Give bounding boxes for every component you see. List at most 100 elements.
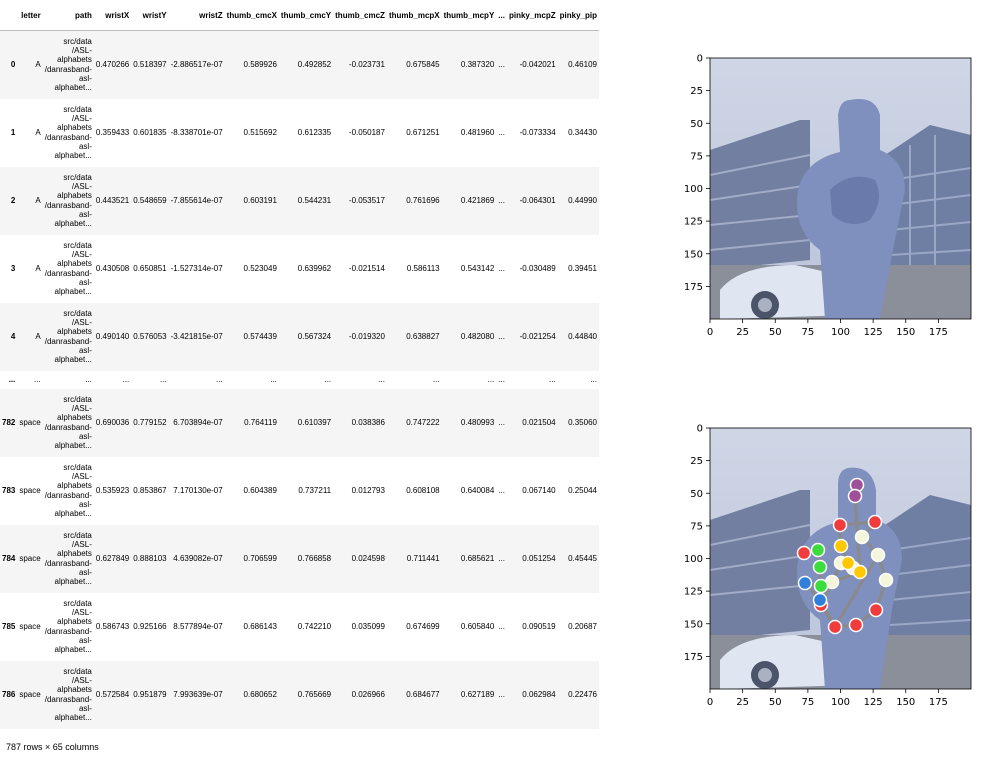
table-cell: 0.567324	[297, 332, 332, 341]
y-tick-label: 125	[684, 217, 703, 228]
table-cell: 0.603191	[243, 196, 277, 205]
y-tick-label: 50	[690, 489, 703, 500]
path-fragment: alphabets	[57, 481, 92, 491]
table-cell: 3	[10, 264, 16, 273]
table-cell: 0.742210	[297, 622, 332, 631]
path-cell: ...	[43, 371, 94, 389]
table-cell: A	[35, 128, 41, 137]
table-cell: 0.576053	[133, 332, 167, 341]
table-cell: ...	[498, 486, 505, 495]
table-cell: 0.387320	[460, 60, 495, 70]
table-cell: ...	[590, 375, 597, 384]
table-cell: A	[35, 332, 41, 341]
table-cell: 0.090519	[522, 622, 556, 631]
table-cell: 0.639962	[297, 264, 332, 273]
table-cell: 0.39451	[568, 264, 597, 273]
landmark-point	[833, 538, 849, 554]
table-cell: A	[35, 264, 41, 273]
table-cell: 0.359433	[95, 128, 130, 137]
column-header: wristX	[93, 0, 132, 31]
table-row: 4 Asrc/data/ASL-alphabets/danrasband-asl-…	[0, 302, 599, 371]
path-fragment: /danrasband-	[44, 132, 92, 142]
column-header: path	[42, 0, 94, 31]
table-cell: 0.22476	[568, 690, 597, 699]
landmark-point	[827, 619, 843, 635]
table-row: 784 space src/data/ASL-alphabets/danrasban…	[0, 524, 599, 593]
path-cell: src/data/ASL-alphabets/danrasband-asl-al…	[43, 167, 94, 235]
path-fragment: /ASL-	[71, 403, 92, 413]
table-row: 1 Asrc/data/ASL-alphabets/danrasband-asl-…	[0, 98, 599, 167]
table-cell: 0.671251	[406, 128, 440, 137]
path-cell: src/data/ASL-alphabets/danrasband-asl-al…	[43, 99, 94, 167]
dataframe-shape: 787 rows × 65 columns	[6, 742, 99, 752]
x-tick-label: 100	[831, 327, 850, 338]
table-cell: 2	[10, 196, 16, 205]
table-cell: 0.548659	[133, 196, 167, 205]
path-fragment: alphabets	[57, 191, 92, 201]
table-cell: ...	[498, 264, 505, 273]
path-fragment: /danrasband-	[44, 64, 92, 74]
table-cell: 0.638827	[406, 332, 440, 341]
path-fragment: /danrasband-	[44, 268, 92, 278]
table-cell: 782	[2, 418, 16, 427]
landmark-point	[848, 617, 864, 633]
table-cell: 0.761696	[406, 196, 440, 205]
table-cell: space	[19, 690, 41, 699]
table-cell: 0.20687	[568, 622, 597, 631]
column-header: thumb_cmcZ	[333, 0, 387, 31]
x-tick-label: 0	[707, 327, 713, 338]
table-cell: 0.627189	[460, 690, 495, 699]
table-cell: 0.925166	[133, 622, 167, 631]
table-cell: 0.45445	[568, 554, 597, 563]
column-header: thumb_mcpY	[441, 0, 497, 31]
path-fragment: alphabet...	[54, 713, 92, 723]
table-cell: 8.577894e-07	[173, 622, 223, 631]
table-cell: A	[35, 60, 41, 70]
y-tick-label: 75	[690, 151, 703, 162]
x-tick-label: 175	[929, 697, 948, 708]
table-cell: ...	[34, 375, 41, 384]
table-row: 0 Asrc/data/ASL-alphabets/danrasband-asl-…	[0, 30, 599, 99]
table-cell: ...	[498, 418, 505, 427]
table-cell: 0.604389	[243, 486, 277, 495]
path-fragment: asl-	[78, 277, 92, 287]
table-cell: 0.490140	[95, 332, 130, 341]
path-fragment: alphabet...	[54, 83, 92, 93]
path-fragment: src/data	[63, 394, 92, 404]
landmark-point	[854, 529, 870, 545]
table-cell: 0.34430	[568, 128, 597, 137]
table-cell: -0.042021	[519, 60, 556, 70]
path-fragment: /ASL-	[71, 675, 92, 685]
table-row: 786 space src/data/ASL-alphabets/danrasban…	[0, 660, 599, 729]
path-cell: src/data/ASL-alphabets/danrasband-asl-al…	[43, 235, 94, 303]
table-cell: 0.35060	[568, 418, 597, 427]
path-fragment: src/data	[63, 598, 92, 608]
path-fragment: asl-	[78, 703, 92, 713]
path-fragment: /danrasband-	[44, 336, 92, 346]
x-tick-label: 50	[769, 327, 782, 338]
table-row: 785 space src/data/ASL-alphabets/danrasban…	[0, 592, 599, 661]
table-cell: 0.675845	[406, 60, 440, 70]
table-cell: 0.764119	[244, 418, 277, 427]
table-cell: 4	[10, 332, 16, 341]
table-cell: -0.021254	[519, 332, 556, 341]
notebook-output: letter path wristX wristY wristZ thumb_cmcX th…	[0, 0, 655, 764]
table-cell: 0.035099	[351, 622, 385, 631]
table-cell: 786	[2, 690, 16, 699]
path-fragment: alphabets	[57, 259, 92, 269]
column-header: thumb_mcpX	[386, 0, 442, 31]
table-cell: 0.443521	[95, 196, 130, 205]
path-fragment: /ASL-	[71, 181, 92, 191]
table-row: 2 Asrc/data/ASL-alphabets/danrasband-asl-…	[0, 166, 599, 235]
table-cell: 7.993639e-07	[173, 690, 223, 699]
x-tick-label: 25	[736, 697, 749, 708]
table-cell: 0.685621	[460, 554, 495, 563]
table-cell: ...	[270, 375, 277, 384]
path-fragment: /ASL-	[71, 46, 92, 56]
table-cell: 0.640084	[460, 486, 495, 495]
table-cell: 0.765669	[297, 690, 332, 699]
table-cell: 0.574439	[243, 332, 277, 341]
y-tick-label: 75	[690, 521, 703, 532]
path-fragment: alphabet...	[54, 219, 92, 229]
table-cell: 0.46109	[568, 60, 597, 70]
